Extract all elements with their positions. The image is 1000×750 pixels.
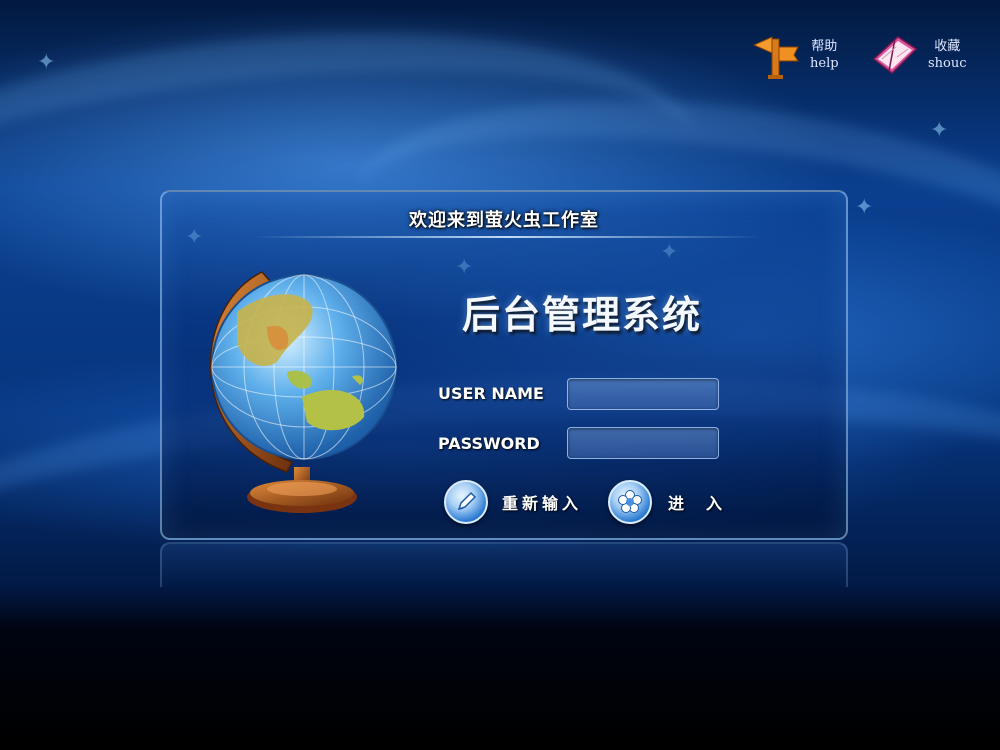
title-divider: [252, 236, 762, 238]
favorite-label-cn: 收藏: [934, 39, 961, 54]
welcome-text: 欢迎来到萤火虫工作室: [409, 210, 599, 231]
system-title: 后台管理系统: [462, 293, 703, 337]
login-label: 进入: [668, 494, 745, 513]
username-label: USER NAME: [438, 384, 544, 403]
reset-label: 重新输入: [502, 494, 583, 513]
signpost-icon: [752, 36, 799, 79]
help-label-cn: 帮助: [811, 39, 838, 54]
favorite-button[interactable]: 收藏 shouc: [868, 28, 967, 82]
reset-button[interactable]: 重新输入: [444, 480, 582, 524]
favorite-label-en: shouc: [928, 56, 967, 71]
panel-reflection: [160, 542, 848, 587]
flower-icon: [608, 480, 652, 524]
password-label: PASSWORD: [438, 434, 540, 453]
username-input[interactable]: [567, 378, 719, 410]
sparkle-icon: ✦: [930, 118, 949, 143]
password-input[interactable]: [567, 427, 719, 459]
login-button[interactable]: 进入: [608, 480, 744, 524]
book-icon: [872, 36, 918, 74]
globe-icon: [209, 271, 397, 513]
help-label-en: help: [810, 56, 839, 71]
sparkle-icon: ✦: [37, 50, 56, 75]
login-panel: 欢迎来到萤火虫工作室 后台管理系统 USER NAME PASSWORD 重新输…: [160, 190, 848, 540]
help-button[interactable]: 帮助 help: [750, 28, 839, 82]
pencil-icon: [444, 480, 488, 524]
sparkle-icon: ✦: [855, 195, 874, 220]
